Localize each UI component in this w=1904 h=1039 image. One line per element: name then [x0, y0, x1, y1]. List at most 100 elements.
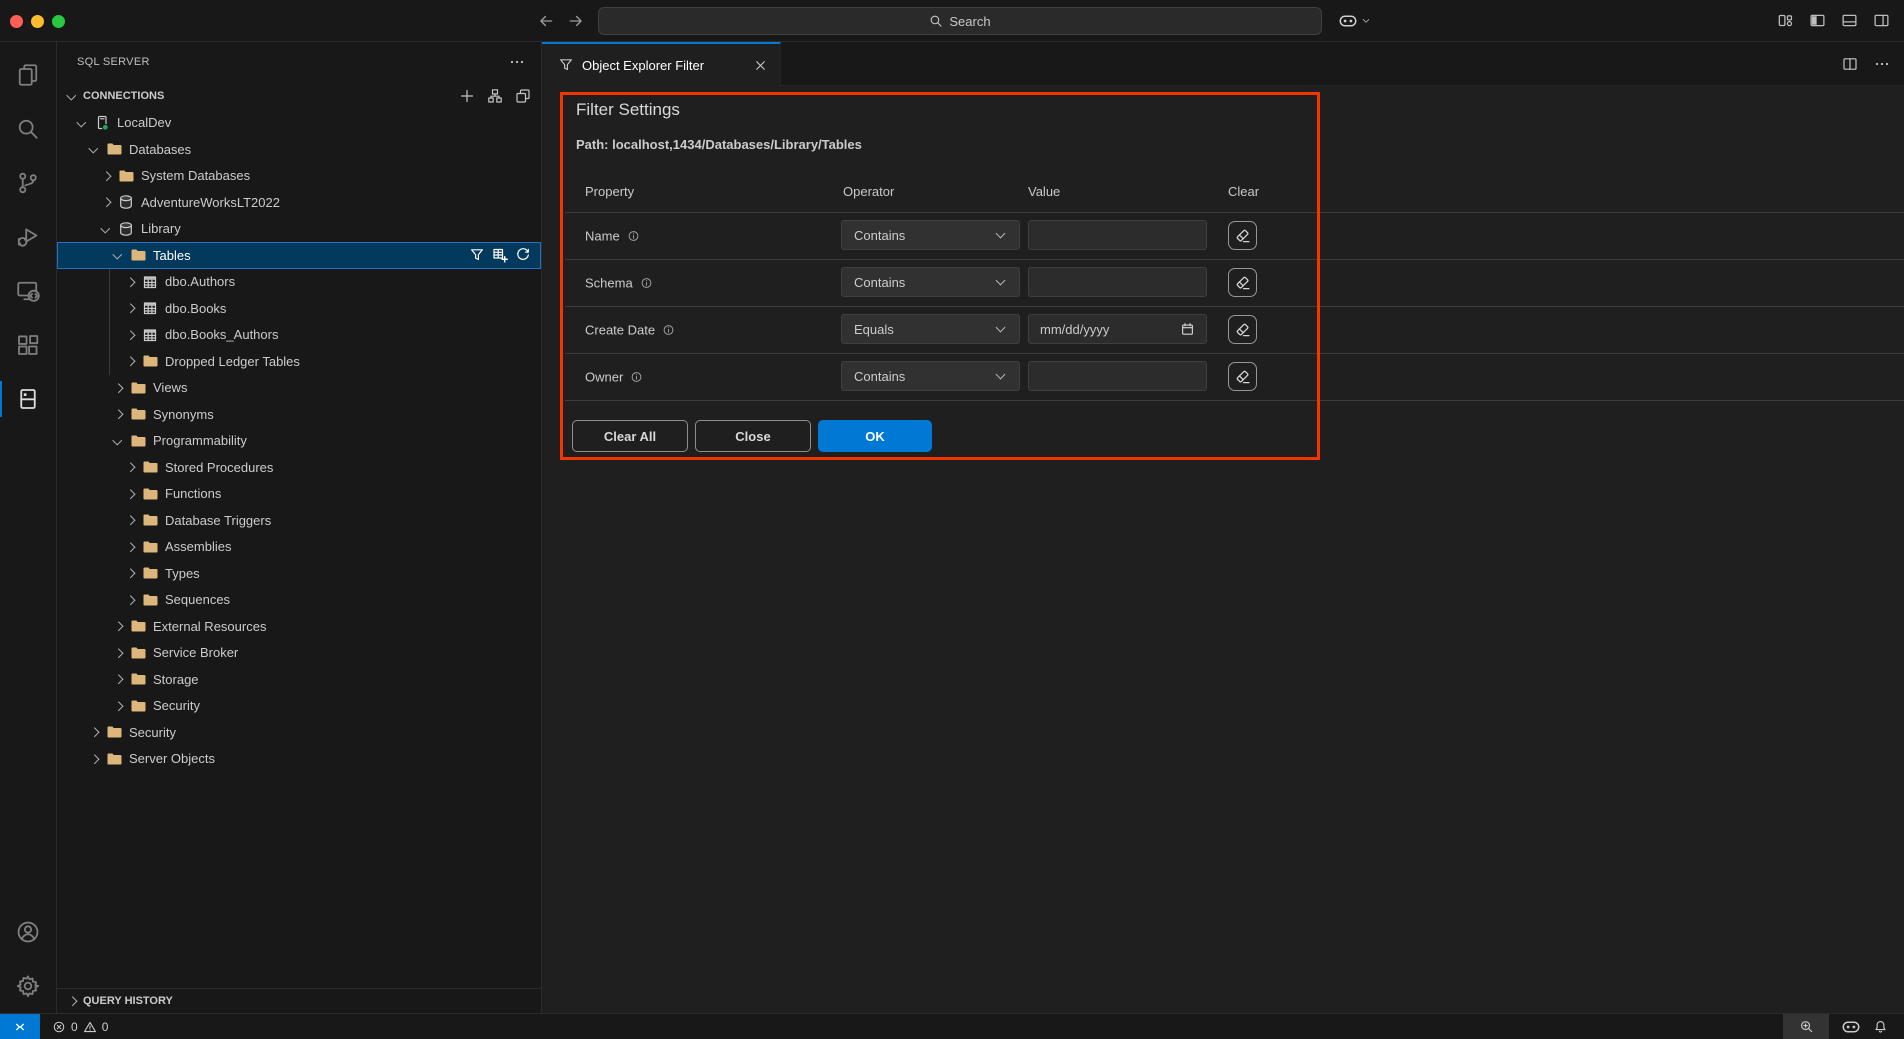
- clear-create-date-button[interactable]: [1228, 315, 1257, 344]
- chevron-icon[interactable]: [122, 539, 138, 555]
- chevron-icon[interactable]: [122, 565, 138, 581]
- activity-search-icon[interactable]: [0, 102, 56, 156]
- chevron-icon[interactable]: [110, 645, 126, 661]
- toggle-secondary-sidebar-icon[interactable]: [1873, 12, 1890, 29]
- chevron-icon[interactable]: [122, 353, 138, 369]
- tree-item-localdev[interactable]: LocalDev: [57, 109, 541, 136]
- chevron-icon[interactable]: [98, 194, 114, 210]
- copilot-status-icon[interactable]: [1841, 1017, 1861, 1037]
- tree-item-security[interactable]: Security: [57, 719, 541, 746]
- bell-icon[interactable]: [1873, 1019, 1888, 1034]
- tree-item-dbo-books-authors[interactable]: dbo.Books_Authors: [57, 321, 541, 348]
- clear-schema-button[interactable]: [1228, 268, 1257, 297]
- activity-sql-server-icon[interactable]: [0, 372, 56, 426]
- maximize-window-button[interactable]: [52, 15, 65, 28]
- tree-item-views[interactable]: Views: [57, 374, 541, 401]
- ellipsis-icon[interactable]: [509, 54, 525, 70]
- tree-item-dbo-authors[interactable]: dbo.Authors: [57, 268, 541, 295]
- chevron-down-icon[interactable]: [64, 88, 80, 104]
- activity-settings-gear-icon[interactable]: [0, 959, 56, 1013]
- clear-all-button[interactable]: Clear All: [572, 420, 688, 452]
- tree-item-dbo-books[interactable]: dbo.Books: [57, 295, 541, 322]
- new-table-icon[interactable]: [492, 247, 508, 263]
- close-window-button[interactable]: [10, 15, 23, 28]
- remote-indicator[interactable]: [0, 1014, 40, 1039]
- chevron-icon[interactable]: [98, 168, 114, 184]
- close-icon[interactable]: [753, 58, 768, 73]
- toggle-panel-icon[interactable]: [1841, 12, 1858, 29]
- schema-value-input[interactable]: [1028, 267, 1207, 297]
- tree-item-security[interactable]: Security: [57, 692, 541, 719]
- activity-extensions-icon[interactable]: [0, 318, 56, 372]
- schema-operator-dropdown[interactable]: Contains: [841, 267, 1020, 297]
- tree-item-database-triggers[interactable]: Database Triggers: [57, 507, 541, 534]
- clear-name-button[interactable]: [1228, 221, 1257, 250]
- name-value-input[interactable]: [1028, 220, 1207, 250]
- problems-status[interactable]: 0 0: [52, 1020, 108, 1034]
- tree-item-system-databases[interactable]: System Databases: [57, 162, 541, 189]
- search-input[interactable]: Search: [598, 7, 1322, 35]
- query-history-section-header[interactable]: QUERY HISTORY: [57, 988, 541, 1013]
- chevron-icon[interactable]: [110, 618, 126, 634]
- chevron-icon[interactable]: [74, 115, 90, 131]
- tree-item-adventureworkslt2022[interactable]: AdventureWorksLT2022: [57, 189, 541, 216]
- duplicate-icon[interactable]: [515, 88, 531, 104]
- name-operator-dropdown[interactable]: Contains: [841, 220, 1020, 250]
- toggle-primary-sidebar-icon[interactable]: [1809, 12, 1826, 29]
- chevron-icon[interactable]: [110, 380, 126, 396]
- ok-button[interactable]: OK: [818, 420, 932, 452]
- server-group-icon[interactable]: [487, 88, 503, 104]
- chevron-icon[interactable]: [122, 300, 138, 316]
- owner-operator-dropdown[interactable]: Contains: [841, 361, 1020, 391]
- tree-item-service-broker[interactable]: Service Broker: [57, 639, 541, 666]
- filter-icon[interactable]: [469, 247, 485, 263]
- chevron-icon[interactable]: [122, 459, 138, 475]
- chevron-icon[interactable]: [86, 751, 102, 767]
- forward-icon[interactable]: [567, 12, 585, 30]
- back-icon[interactable]: [537, 12, 555, 30]
- tree-item-assemblies[interactable]: Assemblies: [57, 533, 541, 560]
- chevron-icon[interactable]: [110, 247, 126, 263]
- split-editor-icon[interactable]: [1842, 56, 1858, 72]
- tab-object-explorer-filter[interactable]: Object Explorer Filter: [542, 42, 781, 86]
- add-connection-icon[interactable]: [459, 88, 475, 104]
- close-button[interactable]: Close: [695, 420, 811, 452]
- activity-source-control-icon[interactable]: [0, 156, 56, 210]
- connections-section-header[interactable]: CONNECTIONS: [57, 82, 541, 109]
- chevron-icon[interactable]: [98, 221, 114, 237]
- activity-account-icon[interactable]: [0, 905, 56, 959]
- tree-item-external-resources[interactable]: External Resources: [57, 613, 541, 640]
- tree-item-functions[interactable]: Functions: [57, 480, 541, 507]
- tree-item-server-objects[interactable]: Server Objects: [57, 745, 541, 772]
- chevron-icon[interactable]: [110, 433, 126, 449]
- tree-item-types[interactable]: Types: [57, 560, 541, 587]
- more-actions-icon[interactable]: [1874, 56, 1890, 72]
- copilot-menu[interactable]: [1338, 11, 1371, 31]
- calendar-icon[interactable]: [1180, 322, 1195, 337]
- tree-item-tables[interactable]: Tables: [57, 242, 541, 269]
- chevron-icon[interactable]: [122, 512, 138, 528]
- chevron-icon[interactable]: [110, 698, 126, 714]
- chevron-icon[interactable]: [86, 141, 102, 157]
- chevron-icon[interactable]: [86, 724, 102, 740]
- create-date-value-input[interactable]: mm/dd/yyyy: [1028, 314, 1207, 344]
- chevron-right-icon[interactable]: [64, 993, 80, 1009]
- activity-remote-explorer-icon[interactable]: [0, 264, 56, 318]
- chevron-icon[interactable]: [122, 274, 138, 290]
- zoom-in-button[interactable]: [1783, 1014, 1829, 1039]
- tree-item-dropped-ledger-tables[interactable]: Dropped Ledger Tables: [57, 348, 541, 375]
- refresh-icon[interactable]: [515, 247, 531, 263]
- chevron-icon[interactable]: [122, 486, 138, 502]
- chevron-icon[interactable]: [122, 592, 138, 608]
- clear-owner-button[interactable]: [1228, 362, 1257, 391]
- chevron-icon[interactable]: [110, 406, 126, 422]
- chevron-icon[interactable]: [110, 671, 126, 687]
- customize-layout-icon[interactable]: [1777, 12, 1794, 29]
- tree-item-programmability[interactable]: Programmability: [57, 427, 541, 454]
- owner-value-input[interactable]: [1028, 361, 1207, 391]
- activity-run-debug-icon[interactable]: [0, 210, 56, 264]
- tree-item-storage[interactable]: Storage: [57, 666, 541, 693]
- chevron-icon[interactable]: [122, 327, 138, 343]
- create-date-operator-dropdown[interactable]: Equals: [841, 314, 1020, 344]
- tree-item-databases[interactable]: Databases: [57, 136, 541, 163]
